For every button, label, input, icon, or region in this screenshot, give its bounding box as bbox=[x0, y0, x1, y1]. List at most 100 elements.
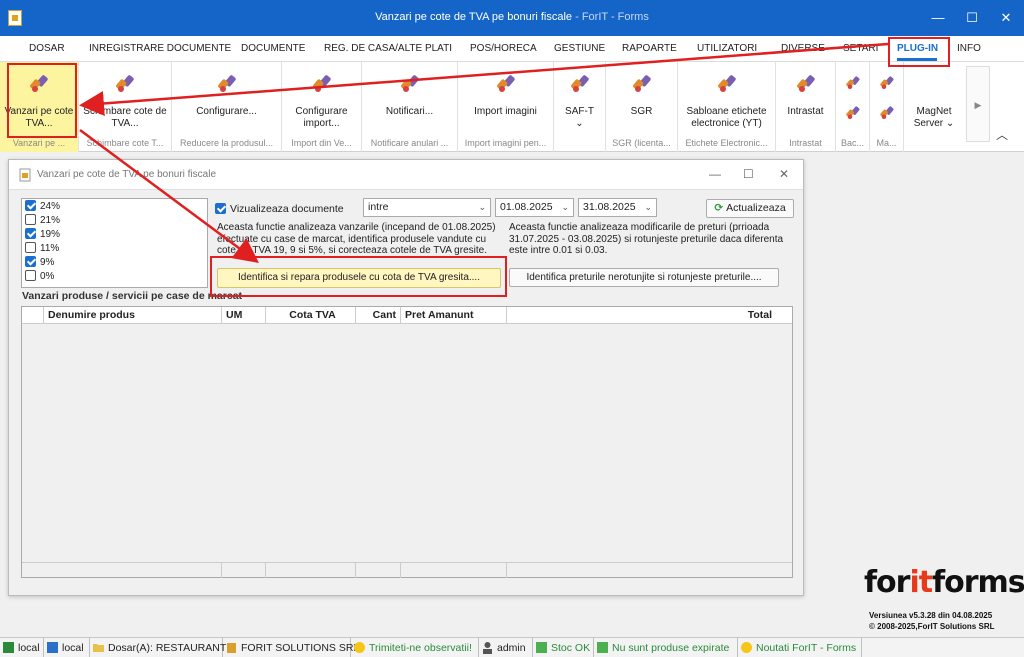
menu-utilizatori[interactable]: UTILIZATORI bbox=[697, 43, 757, 54]
menu-diverse[interactable]: DIVERSE bbox=[781, 43, 825, 54]
vat-rate-item[interactable]: 19% bbox=[25, 228, 60, 242]
checkbox[interactable] bbox=[215, 203, 226, 214]
plugin-small-icon[interactable] bbox=[844, 74, 862, 92]
date-from-value: 01.08.2025 bbox=[500, 201, 553, 213]
status-local-2[interactable]: local bbox=[44, 638, 90, 657]
ribbon-group-label: Bac... bbox=[840, 138, 864, 148]
menu-inregistrare-documente[interactable]: INREGISTRARE DOCUMENTE bbox=[89, 43, 231, 54]
footer-cell bbox=[401, 563, 507, 578]
menu-gestiune[interactable]: GESTIUNE bbox=[554, 43, 605, 54]
refresh-icon: ⟳ bbox=[714, 202, 724, 214]
ribbon-import-imagini-button[interactable]: Import imagini Import imagini pen... bbox=[458, 62, 554, 152]
version-text: Versiunea v5.3.28 din 04.08.2025 bbox=[869, 611, 993, 620]
range-mode-select[interactable]: intre ⌄ bbox=[363, 198, 491, 217]
menu-pos-horeca[interactable]: POS/HORECA bbox=[470, 43, 537, 54]
ribbon-group-label: Schimbare cote T... bbox=[86, 138, 164, 148]
status-feedback[interactable]: Trimiteti-ne observatii! bbox=[351, 638, 479, 657]
status-local-1[interactable]: local bbox=[0, 638, 44, 657]
viz-documents-checkbox[interactable]: Vizualizeaza documente bbox=[215, 203, 344, 215]
child-window-title: Vanzari pe cote de TVA pe bonuri fiscale bbox=[37, 169, 216, 180]
ribbon-collapse-button[interactable]: ︿ bbox=[996, 126, 1008, 143]
ribbon-schimbare-cote-button[interactable]: Schimbare cote de TVA... Schimbare cote … bbox=[79, 62, 172, 152]
document-icon bbox=[19, 168, 31, 182]
checkbox[interactable] bbox=[25, 214, 36, 225]
checkbox[interactable] bbox=[25, 256, 36, 267]
vat-rate-label: 21% bbox=[40, 215, 61, 226]
column-header-denumire[interactable]: Denumire produs bbox=[44, 307, 222, 324]
plugin-small-icon[interactable] bbox=[844, 104, 862, 122]
round-prices-button[interactable]: Identifica preturile nerotunjite si rotu… bbox=[509, 268, 779, 287]
plugin-icon bbox=[115, 74, 135, 92]
range-mode-value: intre bbox=[368, 201, 389, 213]
child-maximize-button[interactable]: ☐ bbox=[743, 167, 754, 181]
ribbon-group-label: Reducere la produsul... bbox=[179, 138, 274, 148]
close-button[interactable]: ✕ bbox=[992, 8, 1020, 28]
status-stoc[interactable]: Stoc OK bbox=[533, 638, 594, 657]
column-header-total[interactable]: Total bbox=[507, 307, 792, 324]
ribbon-saf-t-button[interactable]: SAF-T ⌄ bbox=[554, 62, 606, 152]
chevron-down-icon: ⌄ bbox=[478, 202, 486, 212]
version-info: Versiunea v5.3.28 din 04.08.2025 © 2008-… bbox=[869, 610, 994, 632]
vat-rate-item[interactable]: 0% bbox=[25, 270, 54, 284]
child-close-button[interactable]: ✕ bbox=[779, 167, 789, 181]
ribbon-notificari-button[interactable]: Notificari... Notificare anulari ... bbox=[362, 62, 458, 152]
plugin-icon bbox=[569, 74, 589, 92]
ribbon-scroll-right-button[interactable]: ▶ bbox=[966, 66, 990, 142]
minimize-button[interactable]: — bbox=[924, 8, 952, 28]
ribbon-button-label: Sabloane etichete electronice (YT) bbox=[686, 106, 767, 129]
checkbox[interactable] bbox=[25, 200, 36, 211]
vat-rate-list: 24% 21% 19% 11% 9% 0% bbox=[21, 198, 208, 288]
status-expirate[interactable]: Nu sunt produse expirate bbox=[594, 638, 738, 657]
vat-rate-item[interactable]: 11% bbox=[25, 242, 59, 256]
column-header-um[interactable]: UM bbox=[222, 307, 266, 324]
vat-rate-label: 19% bbox=[40, 229, 61, 240]
ribbon-sabloane-etichete-button[interactable]: Sabloane etichete electronice (YT) Etich… bbox=[678, 62, 776, 152]
ribbon-intrastat-button[interactable]: Intrastat Intrastat bbox=[776, 62, 836, 152]
date-from-picker[interactable]: 01.08.2025 ⌄ bbox=[495, 198, 574, 217]
chevron-down-icon: ⌄ bbox=[575, 118, 584, 129]
maximize-button[interactable]: ☐ bbox=[958, 8, 986, 28]
vat-rate-item[interactable]: 21% bbox=[25, 214, 60, 228]
plugin-small-icon[interactable] bbox=[878, 104, 896, 122]
status-noutati[interactable]: Noutati ForIT - Forms bbox=[738, 638, 862, 657]
plugin-small-icon[interactable] bbox=[878, 74, 896, 92]
ribbon-button-label: Import imagini bbox=[474, 106, 537, 117]
checkbox[interactable] bbox=[25, 242, 36, 253]
status-dosar[interactable]: Dosar(A): RESTAURANT bbox=[90, 638, 226, 657]
refresh-button[interactable]: ⟳ Actualizeaza bbox=[706, 199, 794, 218]
copyright-text: © 2008-2025,ForIT Solutions SRL bbox=[869, 622, 995, 631]
column-header-select[interactable] bbox=[22, 307, 44, 324]
checkbox[interactable] bbox=[25, 270, 36, 281]
column-header-cota-tva[interactable]: Cota TVA bbox=[266, 307, 356, 324]
menu-plug-in[interactable]: PLUG-IN bbox=[897, 43, 938, 54]
ribbon-group-label: Vanzari pe ... bbox=[12, 138, 66, 148]
status-user[interactable]: admin bbox=[479, 638, 533, 657]
child-minimize-button[interactable]: — bbox=[709, 167, 721, 181]
sales-grid[interactable]: Denumire produs UM Cota TVA Cant Pret Am… bbox=[21, 306, 793, 578]
ribbon-vanzari-cote-tva-button[interactable]: Vanzari pe cote TVA... Vanzari pe ... bbox=[0, 62, 79, 152]
menu-dosar[interactable]: DOSAR bbox=[29, 43, 65, 54]
ribbon-configurare-button[interactable]: Configurare... Reducere la produsul... bbox=[172, 62, 282, 152]
fix-vat-button[interactable]: Identifica si repara produsele cu cota d… bbox=[217, 268, 501, 288]
ribbon-sgr-button[interactable]: SGR SGR (licenta... bbox=[606, 62, 678, 152]
plugin-icon bbox=[311, 74, 331, 92]
plugin-icon bbox=[631, 74, 651, 92]
menu-documente[interactable]: DOCUMENTE bbox=[241, 43, 305, 54]
menu-rapoarte[interactable]: RAPOARTE bbox=[622, 43, 677, 54]
vat-rate-item[interactable]: 9% bbox=[25, 256, 54, 270]
ribbon-magnet-server-button[interactable]: MagNet Server ⌄ bbox=[904, 62, 964, 152]
menu-info[interactable]: INFO bbox=[957, 43, 981, 54]
ribbon-button-label: Configurare... bbox=[196, 106, 257, 117]
checkbox[interactable] bbox=[25, 228, 36, 239]
date-to-picker[interactable]: 31.08.2025 ⌄ bbox=[578, 198, 657, 217]
column-header-cant[interactable]: Cant bbox=[356, 307, 401, 324]
ribbon-configurare-import-button[interactable]: Configurare import... Import din Ve... bbox=[282, 62, 362, 152]
section-title: Vanzari produse / servicii pe case de ma… bbox=[22, 290, 243, 302]
column-header-pret-amanunt[interactable]: Pret Amanunt bbox=[401, 307, 507, 324]
menu-setari[interactable]: SETARI bbox=[843, 43, 878, 54]
vat-rate-item[interactable]: 24% bbox=[25, 200, 60, 214]
chevron-down-icon: ⌄ bbox=[644, 202, 652, 212]
user-icon bbox=[483, 642, 492, 654]
status-company[interactable]: FORIT SOLUTIONS SRL bbox=[223, 638, 359, 657]
menu-reg-casa[interactable]: REG. DE CASA/ALTE PLATI bbox=[324, 43, 452, 54]
